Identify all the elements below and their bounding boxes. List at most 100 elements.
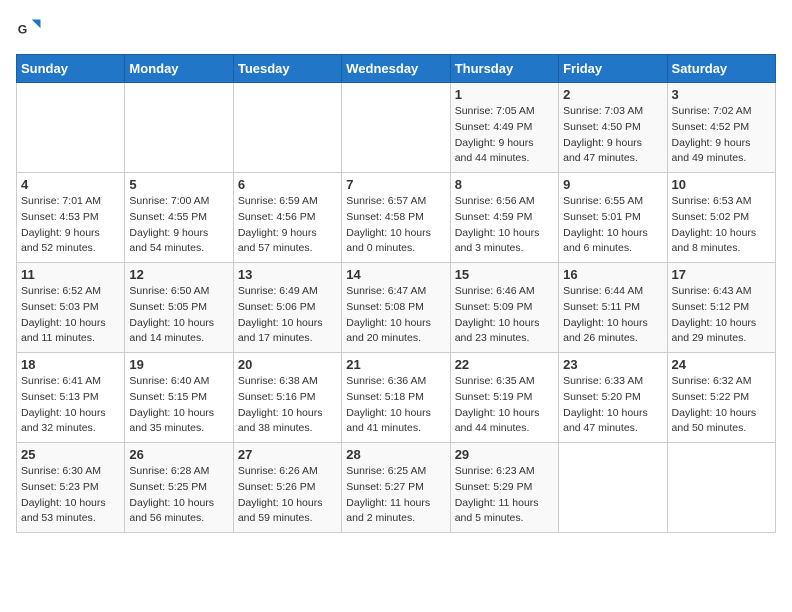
day-number: 16 [563,267,662,282]
day-info: Sunrise: 7:02 AM Sunset: 4:52 PM Dayligh… [672,104,771,167]
day-number: 21 [346,357,445,372]
day-info: Sunrise: 6:35 AM Sunset: 5:19 PM Dayligh… [455,374,554,437]
calendar-body: 1 Sunrise: 7:05 AM Sunset: 4:49 PM Daylig… [17,83,776,533]
page-header: G [16,16,776,44]
day-info: Sunrise: 6:53 AM Sunset: 5:02 PM Dayligh… [672,194,771,257]
day-info: Sunrise: 6:49 AM Sunset: 5:06 PM Dayligh… [238,284,337,347]
day-of-week-header: Friday [559,55,667,83]
svg-text:G: G [18,23,28,37]
day-number: 3 [672,87,771,102]
day-of-week-header: Saturday [667,55,775,83]
calendar-cell [559,443,667,533]
calendar-cell: 9 Sunrise: 6:55 AM Sunset: 5:01 PM Daylig… [559,173,667,263]
day-number: 17 [672,267,771,282]
day-info: Sunrise: 6:43 AM Sunset: 5:12 PM Dayligh… [672,284,771,347]
calendar-cell: 4 Sunrise: 7:01 AM Sunset: 4:53 PM Daylig… [17,173,125,263]
calendar-cell: 8 Sunrise: 6:56 AM Sunset: 4:59 PM Daylig… [450,173,558,263]
day-number: 13 [238,267,337,282]
logo: G [16,16,48,44]
day-info: Sunrise: 6:55 AM Sunset: 5:01 PM Dayligh… [563,194,662,257]
day-info: Sunrise: 6:33 AM Sunset: 5:20 PM Dayligh… [563,374,662,437]
day-info: Sunrise: 6:41 AM Sunset: 5:13 PM Dayligh… [21,374,120,437]
day-number: 4 [21,177,120,192]
day-info: Sunrise: 6:56 AM Sunset: 4:59 PM Dayligh… [455,194,554,257]
day-number: 19 [129,357,228,372]
calendar-week-row: 18 Sunrise: 6:41 AM Sunset: 5:13 PM Dayli… [17,353,776,443]
calendar-header: SundayMondayTuesdayWednesdayThursdayFrid… [17,55,776,83]
day-info: Sunrise: 7:05 AM Sunset: 4:49 PM Dayligh… [455,104,554,167]
day-number: 27 [238,447,337,462]
day-number: 15 [455,267,554,282]
calendar-cell: 18 Sunrise: 6:41 AM Sunset: 5:13 PM Dayli… [17,353,125,443]
day-number: 7 [346,177,445,192]
calendar-cell [342,83,450,173]
header-row: SundayMondayTuesdayWednesdayThursdayFrid… [17,55,776,83]
calendar-cell: 13 Sunrise: 6:49 AM Sunset: 5:06 PM Dayli… [233,263,341,353]
day-info: Sunrise: 6:28 AM Sunset: 5:25 PM Dayligh… [129,464,228,527]
day-number: 8 [455,177,554,192]
day-info: Sunrise: 6:26 AM Sunset: 5:26 PM Dayligh… [238,464,337,527]
calendar-table: SundayMondayTuesdayWednesdayThursdayFrid… [16,54,776,533]
day-info: Sunrise: 6:30 AM Sunset: 5:23 PM Dayligh… [21,464,120,527]
day-info: Sunrise: 6:32 AM Sunset: 5:22 PM Dayligh… [672,374,771,437]
calendar-cell: 7Sunrise: 6:57 AM Sunset: 4:58 PM Daylig… [342,173,450,263]
day-number: 20 [238,357,337,372]
calendar-cell [17,83,125,173]
calendar-cell: 29 Sunrise: 6:23 AM Sunset: 5:29 PM Dayli… [450,443,558,533]
day-info: Sunrise: 6:40 AM Sunset: 5:15 PM Dayligh… [129,374,228,437]
day-number: 29 [455,447,554,462]
day-number: 11 [21,267,120,282]
day-number: 9 [563,177,662,192]
calendar-cell: 10 Sunrise: 6:53 AM Sunset: 5:02 PM Dayli… [667,173,775,263]
day-info: Sunrise: 6:44 AM Sunset: 5:11 PM Dayligh… [563,284,662,347]
day-number: 23 [563,357,662,372]
day-info: Sunrise: 7:01 AM Sunset: 4:53 PM Dayligh… [21,194,120,257]
calendar-cell [125,83,233,173]
calendar-cell [667,443,775,533]
logo-icon: G [16,16,44,44]
calendar-cell: 17 Sunrise: 6:43 AM Sunset: 5:12 PM Dayli… [667,263,775,353]
calendar-cell [233,83,341,173]
day-info: Sunrise: 6:36 AM Sunset: 5:18 PM Dayligh… [346,374,445,437]
day-of-week-header: Tuesday [233,55,341,83]
day-number: 25 [21,447,120,462]
day-number: 12 [129,267,228,282]
day-info: Sunrise: 6:38 AM Sunset: 5:16 PM Dayligh… [238,374,337,437]
calendar-cell: 21 Sunrise: 6:36 AM Sunset: 5:18 PM Dayli… [342,353,450,443]
day-number: 24 [672,357,771,372]
calendar-week-row: 1 Sunrise: 7:05 AM Sunset: 4:49 PM Daylig… [17,83,776,173]
calendar-week-row: 25 Sunrise: 6:30 AM Sunset: 5:23 PM Dayli… [17,443,776,533]
day-info: Sunrise: 6:52 AM Sunset: 5:03 PM Dayligh… [21,284,120,347]
calendar-week-row: 11 Sunrise: 6:52 AM Sunset: 5:03 PM Dayli… [17,263,776,353]
day-of-week-header: Sunday [17,55,125,83]
calendar-cell: 16 Sunrise: 6:44 AM Sunset: 5:11 PM Dayli… [559,263,667,353]
day-info: Sunrise: 6:46 AM Sunset: 5:09 PM Dayligh… [455,284,554,347]
day-info: Sunrise: 6:25 AM Sunset: 5:27 PM Dayligh… [346,464,445,527]
calendar-cell: 24 Sunrise: 6:32 AM Sunset: 5:22 PM Dayli… [667,353,775,443]
calendar-cell: 2Sunrise: 7:03 AM Sunset: 4:50 PM Daylig… [559,83,667,173]
day-info: Sunrise: 6:50 AM Sunset: 5:05 PM Dayligh… [129,284,228,347]
day-info: Sunrise: 7:03 AM Sunset: 4:50 PM Dayligh… [563,104,662,167]
day-number: 26 [129,447,228,462]
calendar-cell: 1 Sunrise: 7:05 AM Sunset: 4:49 PM Daylig… [450,83,558,173]
day-number: 1 [455,87,554,102]
calendar-cell: 28Sunrise: 6:25 AM Sunset: 5:27 PM Dayli… [342,443,450,533]
day-of-week-header: Thursday [450,55,558,83]
calendar-cell: 11 Sunrise: 6:52 AM Sunset: 5:03 PM Dayli… [17,263,125,353]
day-number: 14 [346,267,445,282]
calendar-cell: 25 Sunrise: 6:30 AM Sunset: 5:23 PM Dayli… [17,443,125,533]
day-info: Sunrise: 6:23 AM Sunset: 5:29 PM Dayligh… [455,464,554,527]
calendar-week-row: 4 Sunrise: 7:01 AM Sunset: 4:53 PM Daylig… [17,173,776,263]
day-of-week-header: Monday [125,55,233,83]
day-number: 10 [672,177,771,192]
day-number: 6 [238,177,337,192]
calendar-cell: 27 Sunrise: 6:26 AM Sunset: 5:26 PM Dayli… [233,443,341,533]
calendar-cell: 26 Sunrise: 6:28 AM Sunset: 5:25 PM Dayli… [125,443,233,533]
day-info: Sunrise: 6:59 AM Sunset: 4:56 PM Dayligh… [238,194,337,257]
day-info: Sunrise: 6:47 AM Sunset: 5:08 PM Dayligh… [346,284,445,347]
calendar-cell: 20 Sunrise: 6:38 AM Sunset: 5:16 PM Dayli… [233,353,341,443]
day-number: 5 [129,177,228,192]
calendar-cell: 12 Sunrise: 6:50 AM Sunset: 5:05 PM Dayli… [125,263,233,353]
day-number: 18 [21,357,120,372]
calendar-cell: 14 Sunrise: 6:47 AM Sunset: 5:08 PM Dayli… [342,263,450,353]
